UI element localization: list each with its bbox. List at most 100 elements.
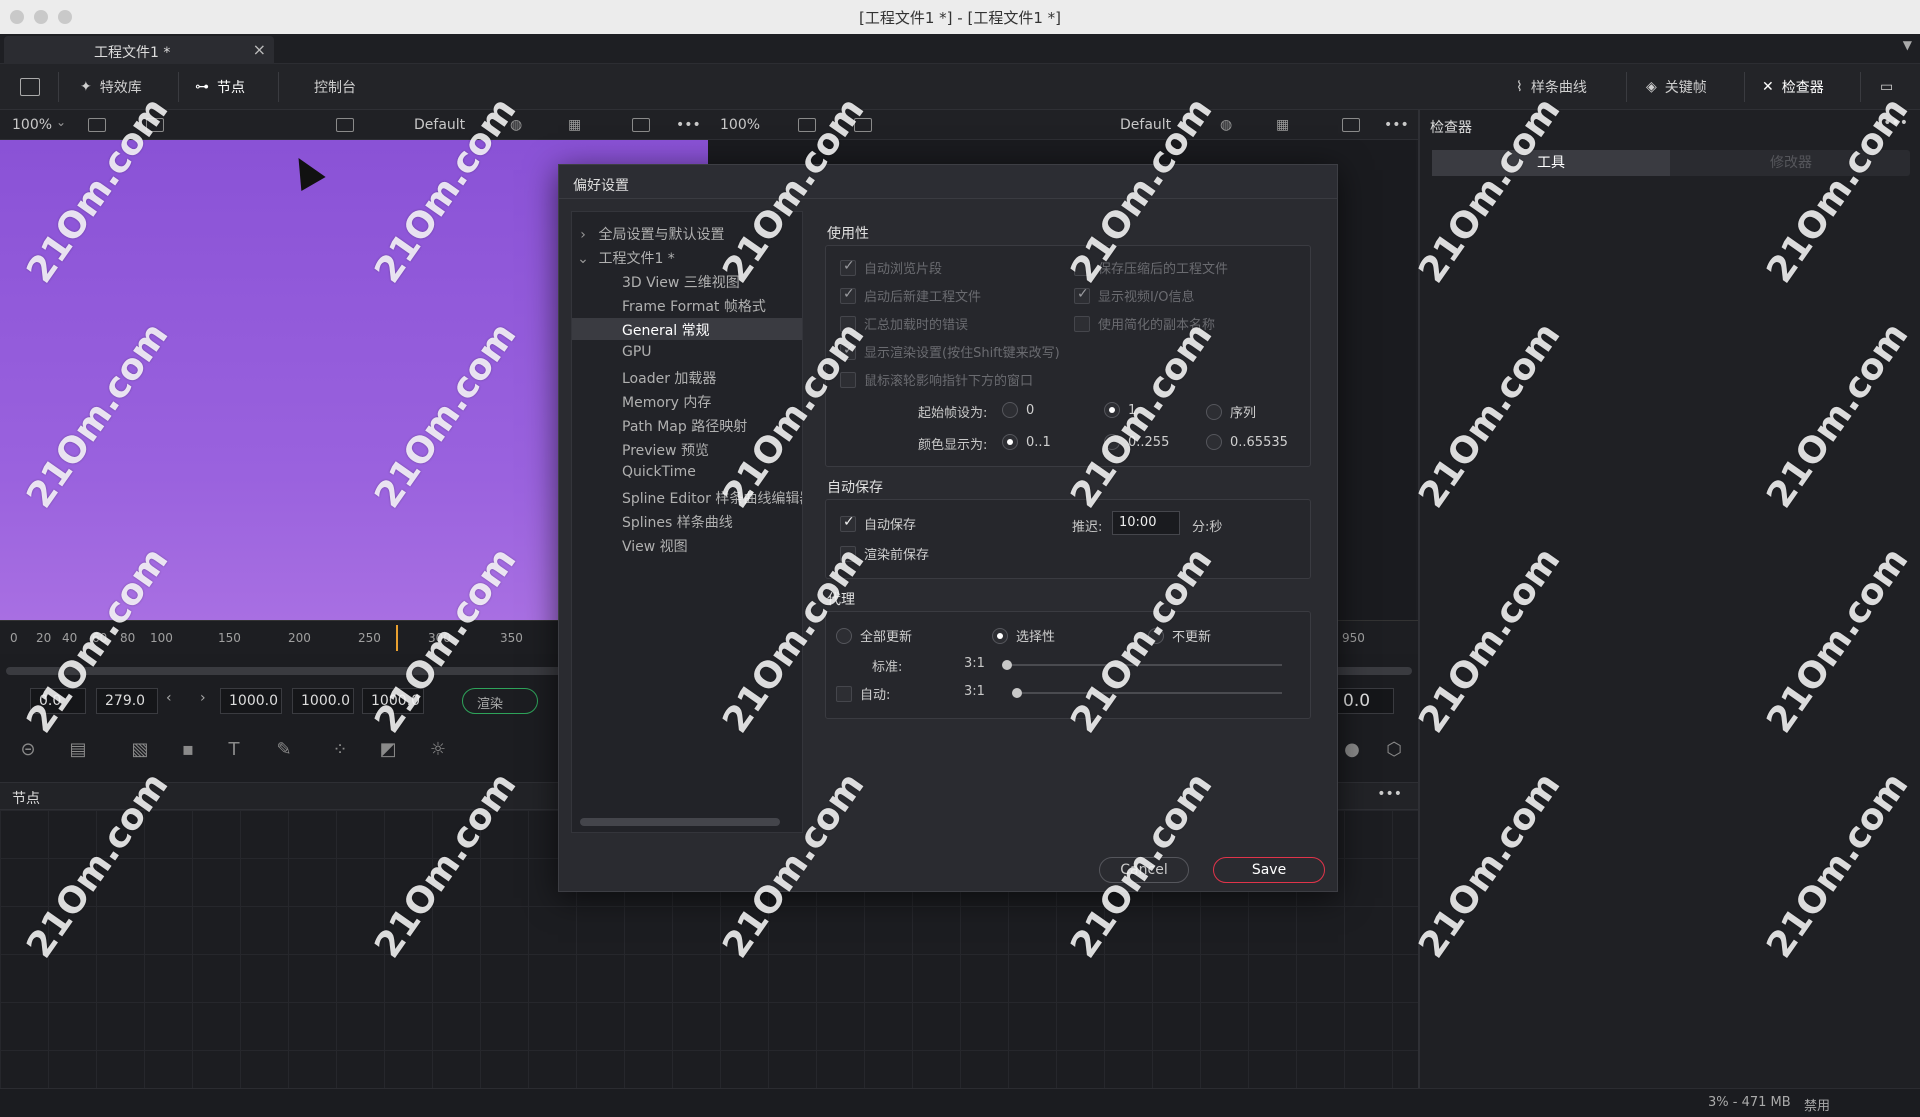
autosave-option[interactable]: 自动保存	[840, 514, 916, 533]
color-0-1-option[interactable]: 0..1	[1002, 434, 1051, 450]
3d-shape-tool-icon[interactable]: ⬡	[1382, 738, 1406, 762]
tree-item-preview[interactable]: Preview 预览	[572, 438, 802, 460]
tree-item-quicktime[interactable]: QuickTime	[572, 462, 802, 484]
simplified-names-checkbox[interactable]	[1074, 315, 1090, 332]
tab-menu-chevron-icon[interactable]: ▼	[1903, 38, 1912, 52]
tree-item-general[interactable]: General 常规	[572, 318, 802, 340]
panel-toggle-button[interactable]	[20, 74, 40, 100]
more-icon[interactable]: •••	[1377, 786, 1402, 802]
simplified-names-option[interactable]: 使用简化的副本名称	[1074, 314, 1215, 333]
spline-button[interactable]: ⌇ 样条曲线	[1516, 74, 1587, 100]
auto-proxy-checkbox[interactable]	[836, 685, 852, 702]
view-layout-icon[interactable]	[88, 118, 106, 132]
global-start-field[interactable]: 0.0	[30, 688, 86, 714]
standard-slider-knob[interactable]	[1002, 660, 1012, 670]
summarize-errors-option[interactable]: 汇总加载时的错误	[840, 314, 968, 333]
color-channels-icon[interactable]: ◍	[1220, 117, 1232, 133]
selective-radio[interactable]	[992, 627, 1008, 644]
render-start-field[interactable]: 279.0	[96, 688, 158, 714]
autosave-checkbox[interactable]	[840, 514, 856, 532]
end-field[interactable]: 1000.0	[362, 688, 424, 714]
tab-project[interactable]: 工程文件1 * ×	[4, 36, 274, 64]
tree-item-memory[interactable]: Memory 内存	[572, 390, 802, 412]
left-viewer-lut[interactable]: Default	[414, 117, 465, 133]
save-compressed-checkbox[interactable]	[1074, 259, 1090, 276]
auto-browse-option[interactable]: 自动浏览片段	[840, 258, 942, 277]
tree-item-view[interactable]: View 视图	[572, 534, 802, 556]
merge-tool-icon[interactable]: ▧	[128, 738, 152, 762]
start-frame-seq-radio[interactable]	[1206, 403, 1222, 420]
tree-item-loader[interactable]: Loader 加载器	[572, 366, 802, 388]
wheel-affects-window-checkbox[interactable]	[840, 371, 856, 388]
fullscreen-button[interactable]: ▭	[1880, 74, 1893, 100]
color-0-255-option[interactable]: 0..255	[1104, 434, 1169, 450]
brightness-tool-icon[interactable]: ☼	[426, 738, 450, 762]
save-compressed-option[interactable]: 保存压缩后的工程文件	[1074, 258, 1228, 277]
keyframes-button[interactable]: ◈ 关键帧	[1646, 74, 1707, 100]
view-layout-icon[interactable]	[798, 118, 816, 132]
curves-tool-icon[interactable]: ◩	[376, 738, 400, 762]
tree-item-project[interactable]: ⌄ 工程文件1 *	[572, 246, 802, 268]
left-viewer-zoom[interactable]: 100%	[12, 117, 52, 133]
save-button[interactable]: Save	[1213, 857, 1325, 883]
start-frame-0-radio[interactable]	[1002, 402, 1018, 418]
global-end-field[interactable]: 1000.0	[292, 688, 354, 714]
more-icon[interactable]: •••	[1883, 115, 1908, 131]
close-tab-icon[interactable]: ×	[253, 40, 266, 59]
background-tool-icon[interactable]: ⊝	[16, 738, 40, 762]
show-video-io-option[interactable]: 显示视频I/O信息	[1074, 286, 1194, 305]
update-all-radio[interactable]	[836, 627, 852, 644]
tab-modifiers[interactable]: 修改器	[1672, 150, 1910, 176]
media-in-tool-icon[interactable]: ▤	[66, 738, 90, 762]
delay-spinbox[interactable]: 10:00	[1112, 511, 1180, 535]
grid-icon[interactable]: ▦	[1276, 117, 1289, 133]
auto-slider-knob[interactable]	[1012, 688, 1022, 698]
start-frame-1-option[interactable]: 1	[1104, 402, 1136, 418]
right-viewer-lut[interactable]: Default	[1120, 117, 1171, 133]
safe-area-icon[interactable]	[1342, 118, 1360, 132]
render-button[interactable]: 渲染	[462, 688, 538, 714]
view-mode-icon[interactable]	[146, 118, 164, 132]
color-0-255-radio[interactable]	[1104, 434, 1120, 450]
start-frame-0-option[interactable]: 0	[1002, 402, 1034, 418]
color-0-65535-option[interactable]: 0..65535	[1206, 434, 1288, 450]
start-frame-seq-option[interactable]: 序列	[1206, 402, 1256, 421]
cancel-button[interactable]: Cancel	[1099, 857, 1189, 883]
current-time-field[interactable]: 0.0	[1334, 688, 1394, 714]
no-update-radio[interactable]	[1148, 627, 1164, 644]
tree-item-frame-format[interactable]: Frame Format 帧格式	[572, 294, 802, 316]
step-forward-icon[interactable]: ›	[200, 690, 206, 706]
selective-option[interactable]: 选择性	[992, 626, 1055, 645]
save-before-render-option[interactable]: 渲染前保存	[840, 544, 929, 563]
no-update-option[interactable]: 不更新	[1148, 626, 1211, 645]
show-render-settings-checkbox[interactable]	[840, 342, 856, 360]
tree-item-spline-editor[interactable]: Spline Editor 样条曲线编辑器	[572, 486, 802, 508]
text-tool-icon[interactable]: T	[222, 738, 246, 762]
more-icon[interactable]: •••	[1384, 117, 1409, 133]
right-viewer-zoom[interactable]: 100%	[720, 117, 760, 133]
tree-item-global[interactable]: › 全局设置与默认设置	[572, 222, 802, 244]
show-render-settings-option[interactable]: 显示渲染设置(按住Shift键来改写)	[840, 342, 1060, 361]
playhead[interactable]	[396, 625, 398, 651]
console-button[interactable]: 控制台	[314, 74, 356, 100]
background-color-icon[interactable]: ▪	[176, 738, 200, 762]
tree-item-splines[interactable]: Splines 样条曲线	[572, 510, 802, 532]
auto-slider[interactable]	[1012, 692, 1282, 694]
inspector-button[interactable]: ✕ 检查器	[1762, 74, 1824, 100]
tab-tools[interactable]: 工具	[1432, 150, 1670, 176]
effects-library-button[interactable]: ✦ 特效库	[80, 74, 142, 100]
nodes-button[interactable]: ⊶ 节点	[195, 74, 245, 100]
render-end-field[interactable]: 1000.0	[220, 688, 282, 714]
save-before-render-checkbox[interactable]	[840, 545, 856, 562]
paint-tool-icon[interactable]: ✎	[272, 738, 296, 762]
safe-area-icon[interactable]	[632, 118, 650, 132]
roi-icon[interactable]	[336, 118, 354, 132]
color-0-1-radio[interactable]	[1002, 434, 1018, 450]
summarize-errors-checkbox[interactable]	[840, 315, 856, 332]
tree-item-gpu[interactable]: GPU	[572, 342, 802, 364]
tree-scrollbar[interactable]	[580, 818, 780, 826]
auto-browse-checkbox[interactable]	[840, 258, 856, 276]
more-icon[interactable]: •••	[676, 117, 701, 133]
start-frame-1-radio[interactable]	[1104, 402, 1120, 418]
show-video-io-checkbox[interactable]	[1074, 286, 1090, 304]
